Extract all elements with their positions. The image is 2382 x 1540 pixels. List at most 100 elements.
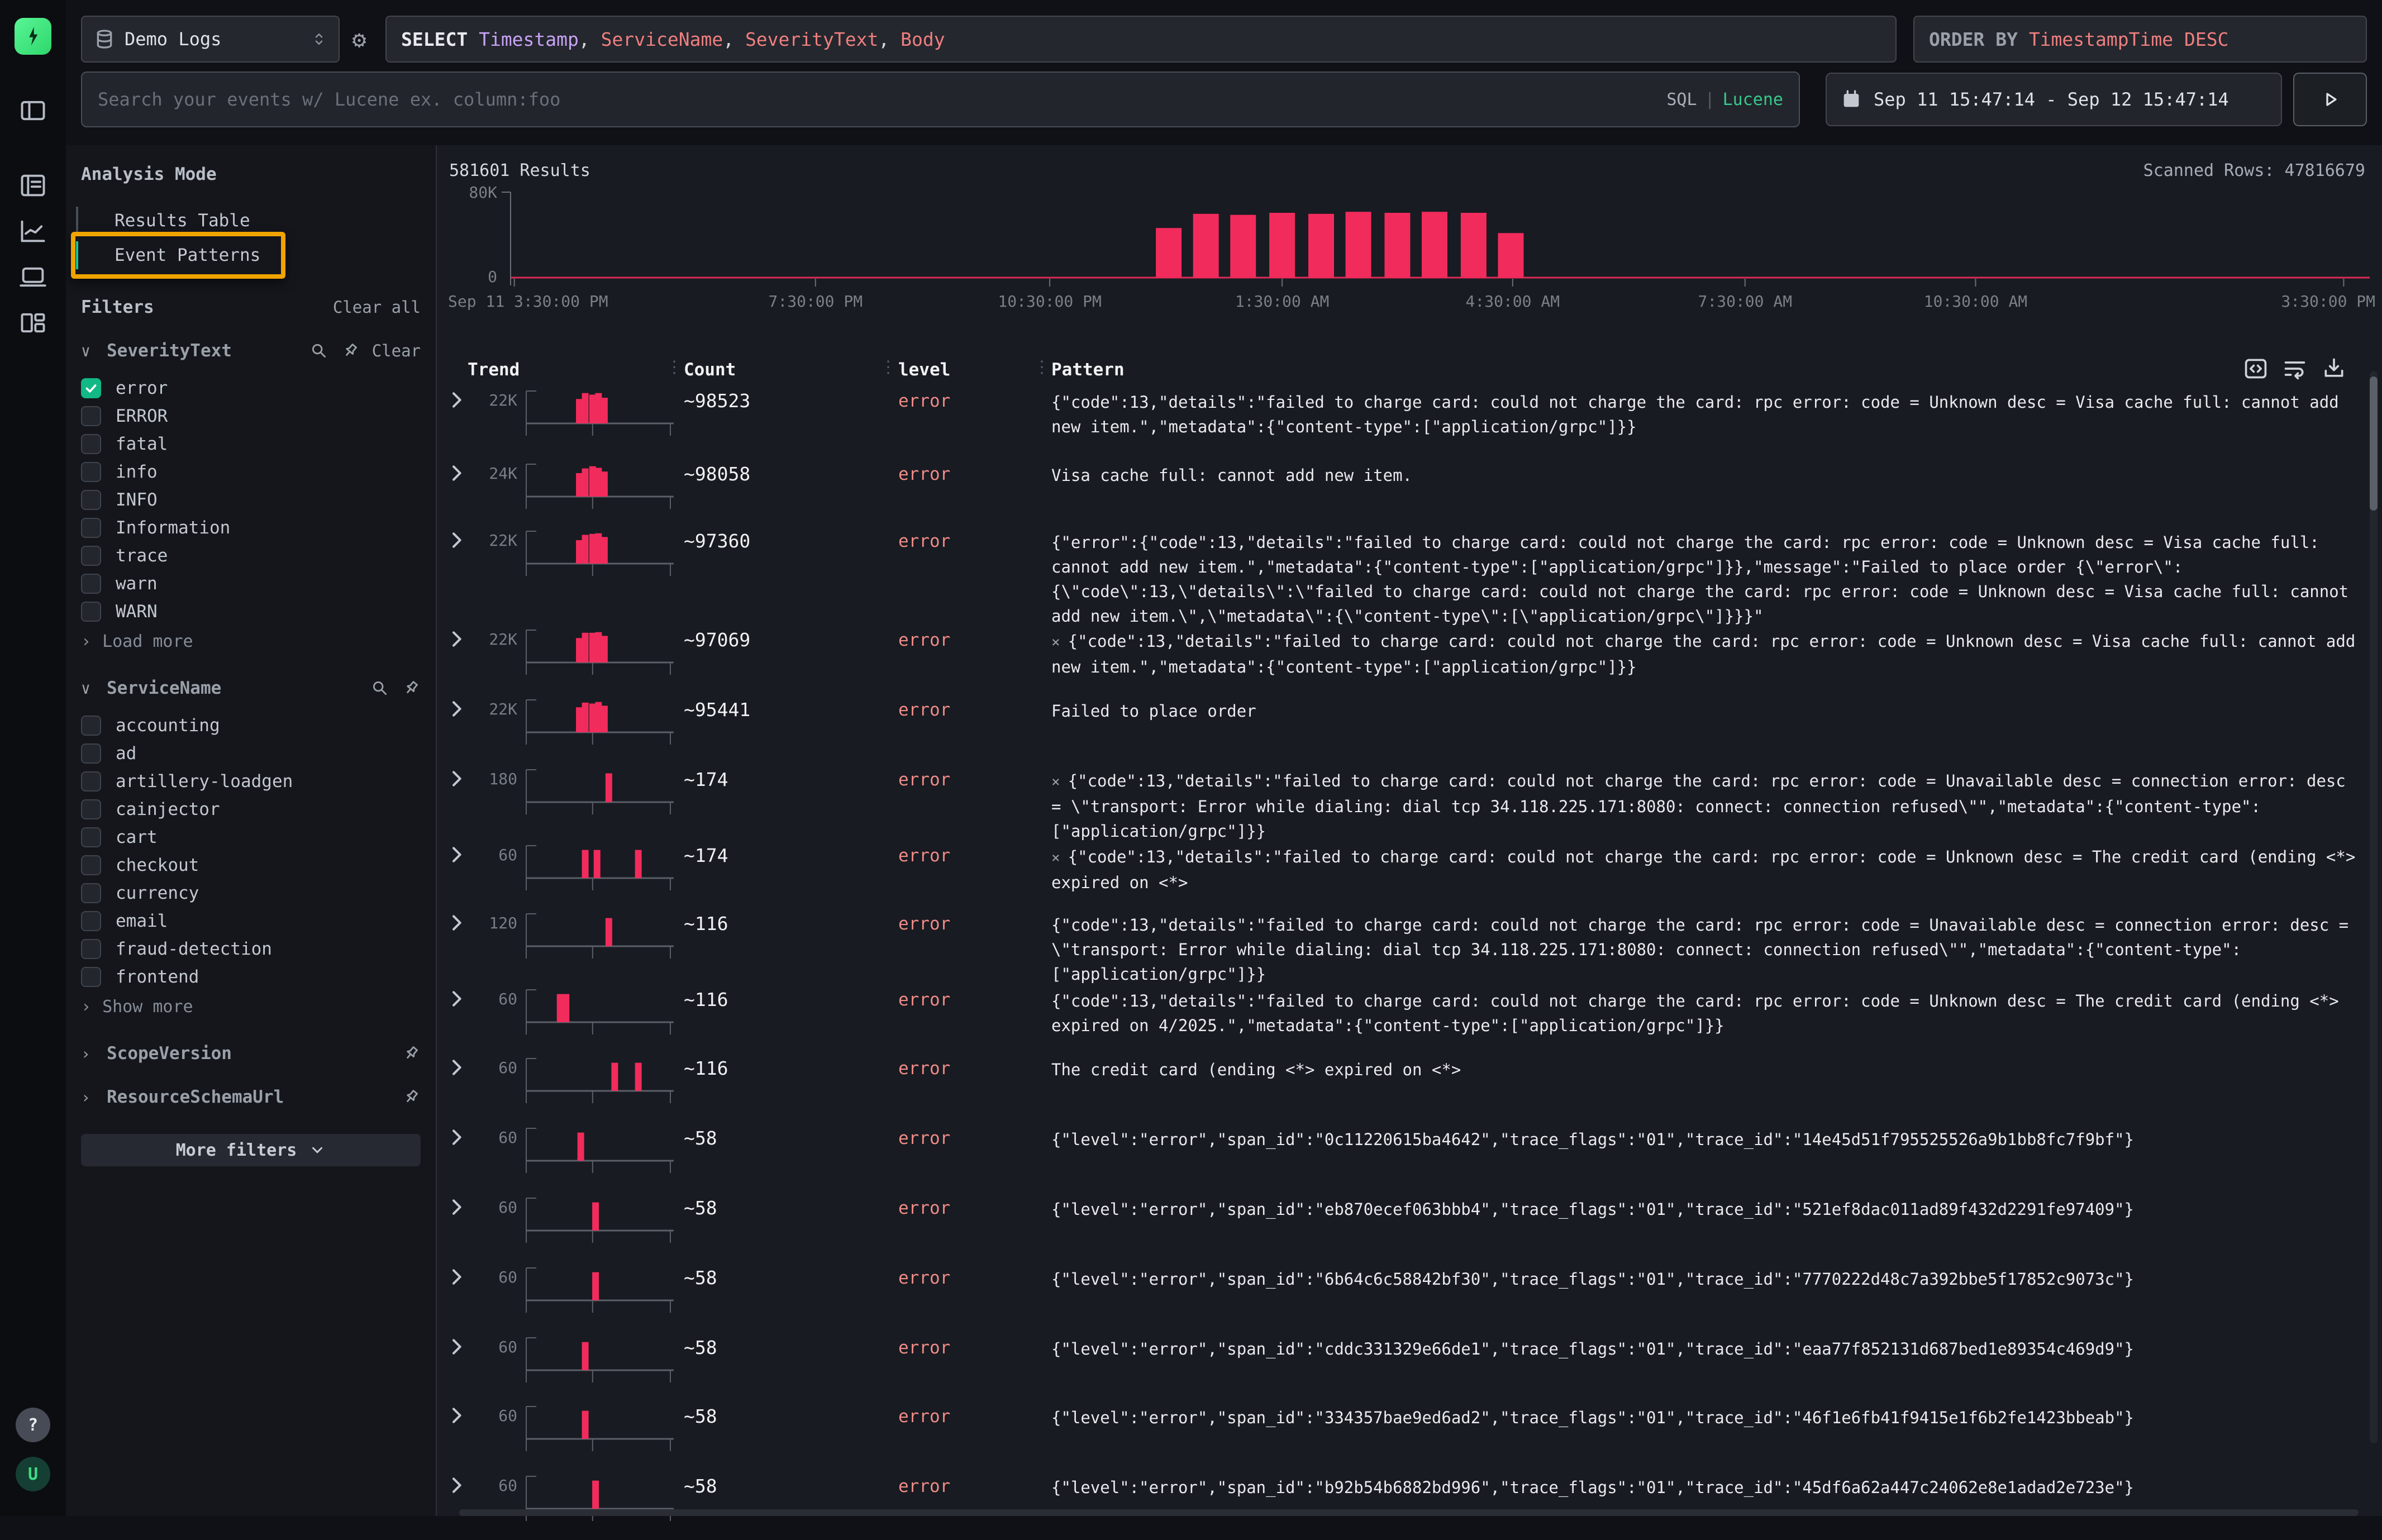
source-settings-button[interactable]: ⚙	[341, 16, 378, 63]
vertical-scrollbar-track[interactable]	[2370, 371, 2378, 1443]
expand-row-chevron[interactable]	[448, 988, 465, 1010]
download-icon[interactable]	[2322, 356, 2346, 381]
pattern-row-11[interactable]: 60~58error{"level":"error","span_id":"0c…	[437, 1125, 2359, 1195]
col-grip-icon[interactable]: ⋮	[880, 357, 895, 377]
expand-row-chevron[interactable]	[448, 912, 465, 934]
checkbox[interactable]	[81, 602, 101, 622]
query-language-toggle[interactable]: SQL | Lucene	[1666, 90, 1783, 109]
checkbox[interactable]	[81, 490, 101, 510]
filter-group-header[interactable]: ›ResourceSchemaUrl	[81, 1087, 421, 1107]
filter-option-cart[interactable]: cart	[81, 823, 421, 851]
chevron-right-icon[interactable]: ›	[81, 1088, 97, 1107]
col-level[interactable]: level	[898, 360, 950, 380]
filter-group-header[interactable]: ∨SeverityTextClear	[81, 341, 421, 361]
search-icon[interactable]	[309, 341, 328, 360]
checkbox[interactable]	[81, 462, 101, 482]
clear-all-button[interactable]: Clear all	[333, 298, 421, 317]
pin-icon[interactable]	[402, 1044, 421, 1063]
dashboards-icon[interactable]	[18, 308, 47, 337]
sessions-icon[interactable]	[18, 263, 47, 292]
checkbox[interactable]	[81, 716, 101, 736]
expand-row-chevron[interactable]	[448, 529, 465, 551]
order-by-editor[interactable]: ORDER BY TimestampTime DESC	[1913, 16, 2367, 63]
checkbox[interactable]	[81, 883, 101, 903]
filter-option-warn[interactable]: WARN	[81, 598, 421, 626]
filter-option-artillery-loadgen[interactable]: artillery-loadgen	[81, 767, 421, 795]
filter-group-header[interactable]: ›ScopeVersion	[81, 1043, 421, 1064]
checkbox[interactable]	[81, 546, 101, 566]
filter-option-frontend[interactable]: frontend	[81, 963, 421, 991]
filter-option-info[interactable]: info	[81, 458, 421, 486]
col-count[interactable]: Count	[684, 360, 736, 380]
expand-row-chevron[interactable]	[448, 1126, 465, 1148]
pattern-row-1[interactable]: 22K~98523error{"code":13,"details":"fail…	[437, 388, 2359, 461]
checkbox[interactable]	[81, 434, 101, 454]
expand-row-chevron[interactable]	[448, 389, 465, 411]
col-grip-icon[interactable]: ⋮	[1033, 357, 1049, 377]
search-bar[interactable]: SQL | Lucene	[81, 71, 1800, 127]
col-grip-icon[interactable]: ⋮	[666, 357, 682, 377]
filter-option-warn[interactable]: warn	[81, 570, 421, 598]
checkbox[interactable]	[81, 911, 101, 931]
code-icon[interactable]	[2243, 356, 2268, 381]
user-avatar[interactable]: U	[16, 1457, 50, 1491]
search-logs-icon[interactable]	[18, 171, 47, 200]
filter-option-fraud-detection[interactable]: fraud-detection	[81, 935, 421, 963]
expand-row-chevron[interactable]	[448, 628, 465, 650]
select-query-editor[interactable]: SELECT Timestamp, ServiceName, SeverityT…	[385, 16, 1897, 63]
dismiss-pattern-icon[interactable]: ×	[1051, 850, 1060, 866]
pattern-row-12[interactable]: 60~58error{"level":"error","span_id":"eb…	[437, 1195, 2359, 1265]
pin-icon[interactable]	[402, 679, 421, 698]
date-range-picker[interactable]: Sep 11 15:47:14 - Sep 12 15:47:14	[1826, 73, 2282, 126]
show-more-button[interactable]: ›Show more	[81, 993, 421, 1020]
expand-row-chevron[interactable]	[448, 1266, 465, 1288]
clear-filter-button[interactable]: Clear	[372, 341, 421, 360]
filter-option-currency[interactable]: currency	[81, 879, 421, 907]
load-more-button[interactable]: ›Load more	[81, 628, 421, 655]
checkbox[interactable]	[81, 406, 101, 426]
checkbox[interactable]	[81, 799, 101, 819]
expand-row-chevron[interactable]	[448, 1056, 465, 1079]
pattern-row-10[interactable]: 60~116errorThe credit card (ending <*> e…	[437, 1055, 2359, 1125]
pattern-row-4[interactable]: 22K~97069error×{"code":13,"details":"fai…	[437, 627, 2359, 697]
mode-sql[interactable]: SQL	[1666, 90, 1697, 109]
pin-icon[interactable]	[341, 341, 360, 360]
search-icon[interactable]	[370, 679, 389, 698]
results-histogram[interactable]: 80K0Sep 11 3:30:00 PM7:30:00 PM10:30:00 …	[437, 180, 2382, 347]
dismiss-pattern-icon[interactable]: ×	[1051, 774, 1060, 790]
chart-explorer-icon[interactable]	[18, 217, 47, 246]
analysis-mode-event-patterns[interactable]: Event Patterns	[81, 238, 421, 273]
help-button[interactable]: ?	[16, 1408, 50, 1442]
pattern-row-16[interactable]: 60~58error{"level":"error","span_id":"b9…	[437, 1473, 2359, 1540]
filter-option-accounting[interactable]: accounting	[81, 712, 421, 740]
pattern-row-8[interactable]: 120~116error{"code":13,"details":"failed…	[437, 910, 2359, 986]
vertical-scrollbar-thumb[interactable]	[2370, 376, 2378, 511]
pattern-row-13[interactable]: 60~58error{"level":"error","span_id":"6b…	[437, 1265, 2359, 1334]
chevron-down-icon[interactable]: ∨	[81, 342, 97, 360]
filter-option-fatal[interactable]: fatal	[81, 430, 421, 458]
mode-lucene[interactable]: Lucene	[1723, 90, 1783, 109]
filter-option-cainjector[interactable]: cainjector	[81, 795, 421, 823]
expand-row-chevron[interactable]	[448, 1404, 465, 1427]
chevron-down-icon[interactable]: ∨	[81, 679, 97, 698]
checkbox[interactable]	[81, 743, 101, 764]
wrap-text-icon[interactable]	[2283, 356, 2307, 381]
pattern-row-6[interactable]: 180~174error×{"code":13,"details":"faile…	[437, 766, 2359, 842]
filter-option-error[interactable]: ERROR	[81, 402, 421, 430]
filter-option-trace[interactable]: trace	[81, 542, 421, 570]
pattern-row-15[interactable]: 60~58error{"level":"error","span_id":"33…	[437, 1403, 2359, 1473]
expand-row-chevron[interactable]	[448, 698, 465, 720]
filter-option-ad[interactable]: ad	[81, 740, 421, 767]
chevron-right-icon[interactable]: ›	[81, 1045, 97, 1063]
app-logo[interactable]	[15, 18, 51, 55]
filter-option-checkout[interactable]: checkout	[81, 851, 421, 879]
pattern-row-3[interactable]: 22K~97360error{"error":{"code":13,"detai…	[437, 528, 2359, 627]
filter-option-email[interactable]: email	[81, 907, 421, 935]
search-input[interactable]	[98, 89, 1666, 110]
filter-group-header[interactable]: ∨ServiceName	[81, 678, 421, 698]
analysis-mode-results-table[interactable]: Results Table	[81, 203, 421, 238]
horizontal-scrollbar[interactable]	[459, 1509, 2359, 1516]
checkbox[interactable]	[81, 518, 101, 538]
checkbox[interactable]	[81, 827, 101, 847]
checkbox[interactable]	[81, 939, 101, 959]
